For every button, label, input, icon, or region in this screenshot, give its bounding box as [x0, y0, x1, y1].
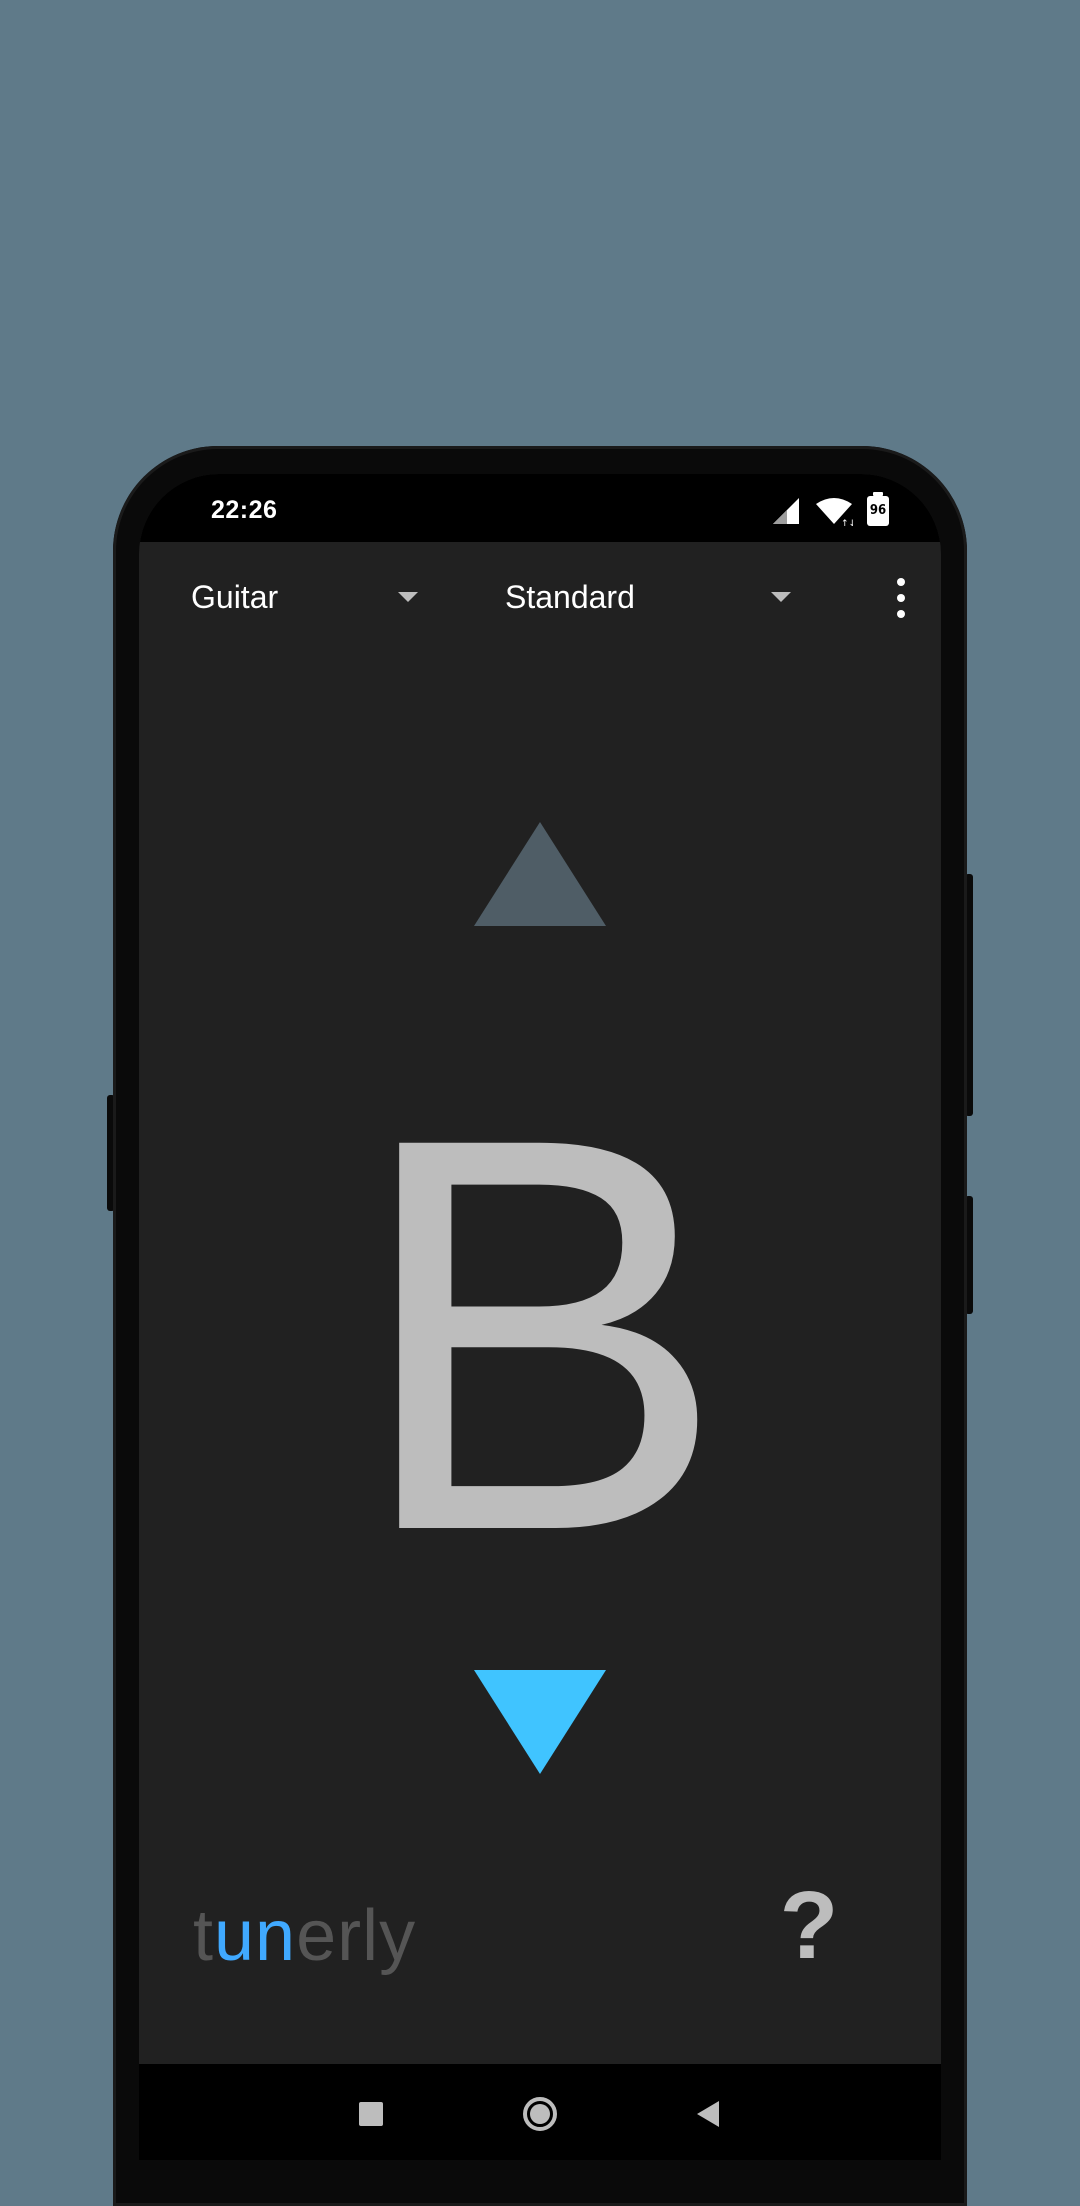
- battery-icon: 96: [867, 492, 889, 526]
- app-screen: 22:26 ↑↓ 96 Guitar Standard B tunerly ?: [139, 474, 941, 2160]
- status-icons: ↑↓ 96: [771, 492, 889, 528]
- back-icon[interactable]: [689, 2094, 729, 2134]
- recents-icon[interactable]: [351, 2094, 391, 2134]
- toolbar: Guitar Standard: [139, 542, 941, 652]
- arrow-up-icon: [474, 822, 606, 926]
- status-time: 22:26: [211, 496, 278, 524]
- detected-note: B: [353, 1021, 727, 1647]
- tuning-dropdown[interactable]: Standard: [505, 542, 805, 652]
- tuning-label: Standard: [505, 578, 635, 615]
- tunerly-logo: tunerly: [193, 1896, 417, 1976]
- instrument-chevron-down-icon: [398, 592, 418, 602]
- tuning-chevron-down-icon: [771, 592, 791, 602]
- status-bar: 22:26 ↑↓ 96: [139, 474, 941, 542]
- svg-text:↑↓: ↑↓: [841, 519, 853, 526]
- instrument-dropdown[interactable]: Guitar: [191, 542, 421, 652]
- signal-icon: [773, 498, 799, 524]
- battery-level: 96: [869, 503, 887, 518]
- nav-bar: [139, 2064, 941, 2160]
- home-icon[interactable]: [520, 2094, 560, 2134]
- arrow-down-icon: [474, 1670, 606, 1774]
- wifi-icon: ↑↓: [816, 498, 853, 526]
- help-button[interactable]: ?: [769, 1876, 849, 1976]
- instrument-label: Guitar: [191, 578, 279, 615]
- overflow-menu-icon[interactable]: [889, 578, 913, 618]
